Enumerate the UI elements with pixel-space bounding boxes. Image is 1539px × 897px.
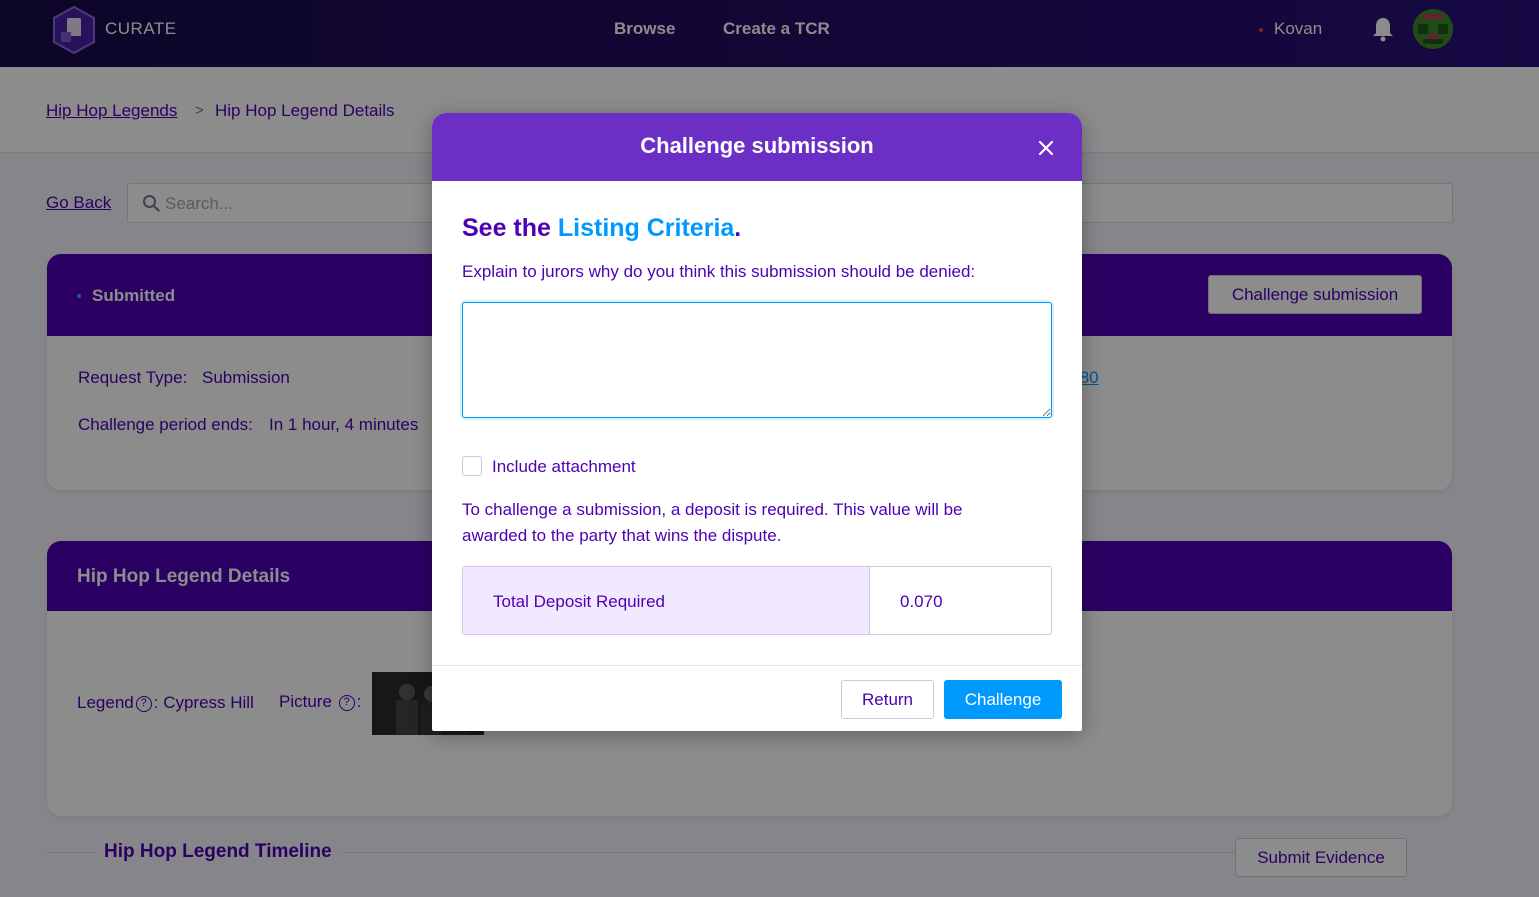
challenge-reason-textarea[interactable] bbox=[462, 302, 1052, 418]
include-attachment-label[interactable]: Include attachment bbox=[492, 457, 636, 477]
deposit-value: 0.070 bbox=[900, 592, 943, 611]
deposit-note: To challenge a submission, a deposit is … bbox=[462, 500, 963, 545]
deposit-label-cell: Total Deposit Required bbox=[463, 567, 870, 634]
challenge-modal: Challenge submission See the Listing Cri… bbox=[432, 113, 1082, 731]
include-attachment-checkbox[interactable] bbox=[462, 456, 482, 476]
challenge-button[interactable]: Challenge bbox=[944, 680, 1062, 719]
close-icon[interactable] bbox=[1035, 137, 1057, 159]
listing-criteria-link[interactable]: Listing Criteria bbox=[558, 214, 734, 242]
deposit-table: Total Deposit Required 0.070 bbox=[462, 566, 1052, 635]
modal-footer: Return Challenge bbox=[432, 665, 1082, 731]
modal-header: Challenge submission bbox=[432, 113, 1082, 181]
deposit-label: Total Deposit Required bbox=[493, 592, 665, 611]
return-button[interactable]: Return bbox=[841, 680, 934, 719]
listing-criteria-heading: See the Listing Criteria. bbox=[462, 214, 742, 242]
explain-label: Explain to jurors why do you think this … bbox=[462, 262, 976, 281]
modal-title: Challenge submission bbox=[640, 133, 874, 158]
